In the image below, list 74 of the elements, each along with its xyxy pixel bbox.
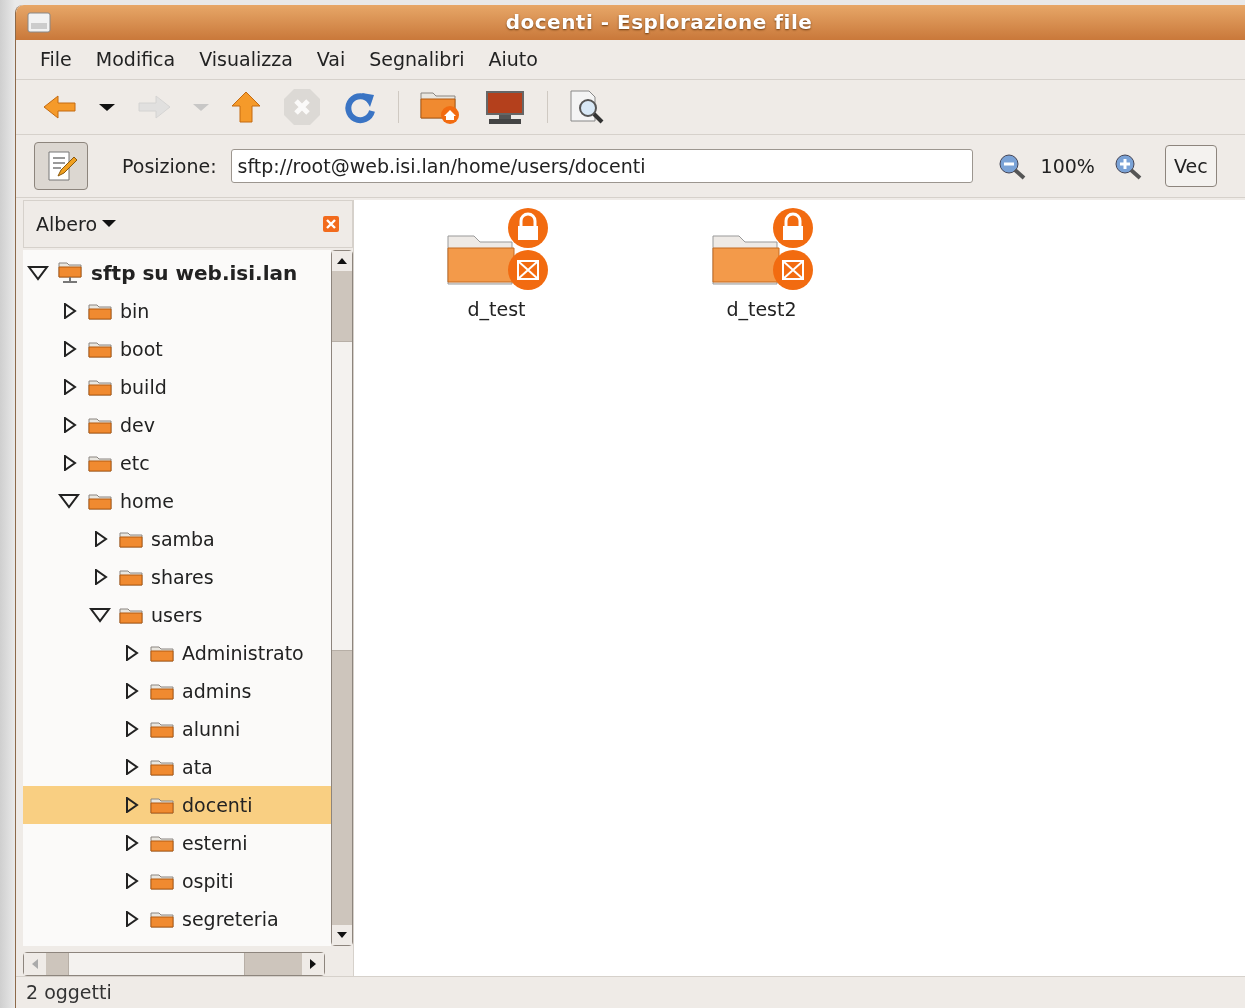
folder-icon: [150, 719, 174, 738]
caret-down-icon: [98, 101, 116, 112]
tree-item[interactable]: ata: [23, 747, 331, 786]
tree-item[interactable]: admins: [23, 671, 331, 710]
folder-icon: [88, 453, 112, 472]
computer-icon: [483, 88, 527, 125]
status-text: 2 oggetti: [26, 981, 112, 1004]
tree-item[interactable]: build: [23, 367, 331, 406]
caret-down-icon: [192, 101, 210, 112]
menu-item[interactable]: File: [28, 48, 84, 71]
tree-item[interactable]: ospiti: [23, 861, 331, 900]
folder-icon: [150, 795, 174, 814]
vertical-scrollbar[interactable]: [331, 249, 353, 946]
folder-icon: [150, 909, 174, 928]
window-title: docenti - Esplorazione file: [504, 10, 814, 35]
zoom-in-icon: [1112, 151, 1143, 180]
zoom-out-icon: [996, 151, 1027, 180]
folder-icon: [88, 339, 112, 358]
folder-icon: [150, 871, 174, 890]
folder-icon: [119, 529, 143, 548]
collapse-triangle-icon: [27, 264, 49, 281]
close-sidebar-button[interactable]: [322, 214, 340, 233]
tree-item[interactable]: bin: [23, 291, 331, 330]
tree-item[interactable]: boot: [23, 329, 331, 368]
tree-item[interactable]: segreteria: [23, 899, 331, 938]
folder-icon: [119, 567, 143, 586]
folder-icon: [150, 643, 174, 662]
tree-item[interactable]: home: [23, 481, 331, 520]
tree-item[interactable]: esterni: [23, 823, 331, 862]
tree-item[interactable]: samba: [23, 519, 331, 558]
menu-item[interactable]: Aiuto: [476, 48, 550, 71]
sidebar-view-selector[interactable]: Albero: [36, 212, 118, 235]
folder-icon: [150, 757, 174, 776]
scroll-left-arrow-icon: [31, 957, 39, 970]
folder-icon: [88, 491, 112, 510]
tree-item[interactable]: dev: [23, 405, 331, 444]
scroll-down-arrow-icon: [336, 930, 348, 939]
edit-location-toggle[interactable]: [34, 141, 88, 190]
zoom-in-button[interactable]: [1112, 151, 1143, 180]
tree-item[interactable]: users: [23, 595, 331, 634]
menu-item[interactable]: Modifica: [83, 48, 188, 71]
scroll-right-arrow-icon: [309, 957, 317, 970]
location-field[interactable]: sftp://root@web.isi.lan/home/users/docenti: [230, 148, 973, 183]
file-name[interactable]: d_test: [467, 297, 526, 320]
menu-item[interactable]: Segnalibri: [357, 48, 477, 71]
folder-icon: [88, 415, 112, 434]
network-folder-icon: [57, 260, 83, 285]
close-icon: [322, 214, 340, 233]
location-label: Posizione:: [122, 154, 217, 177]
tree-item[interactable]: etc: [23, 443, 331, 482]
folder-icon: [150, 833, 174, 852]
horizontal-scrollbar[interactable]: [23, 951, 325, 976]
tree-item[interactable]: alunni: [23, 709, 331, 748]
arrow-up-icon: [230, 89, 262, 124]
menu-item[interactable]: Visualizza: [187, 48, 305, 71]
folder-icon: [88, 301, 112, 320]
zoom-out-button[interactable]: [996, 151, 1027, 180]
stop-icon: [282, 86, 322, 127]
file-name[interactable]: d_test2: [726, 297, 797, 320]
tree-item[interactable]: shares: [23, 557, 331, 596]
zoom-level: 100%: [1040, 154, 1095, 177]
folder-icon: [150, 681, 174, 700]
folder-icon: [88, 377, 112, 396]
window-menu-icon: [26, 10, 52, 35]
caret-down-icon: [101, 219, 118, 229]
folder-icon: [119, 605, 143, 624]
tree-item[interactable]: docenti: [23, 785, 331, 824]
tree-item[interactable]: sftp su web.isi.lan: [23, 253, 331, 292]
collapse-triangle-icon: [58, 492, 80, 509]
menu-item[interactable]: Vai: [304, 48, 358, 71]
view-button[interactable]: Vec: [1164, 144, 1217, 187]
collapse-triangle-icon: [89, 606, 111, 623]
tree-item[interactable]: Administrato: [23, 633, 331, 672]
scroll-up-arrow-icon: [336, 256, 348, 265]
